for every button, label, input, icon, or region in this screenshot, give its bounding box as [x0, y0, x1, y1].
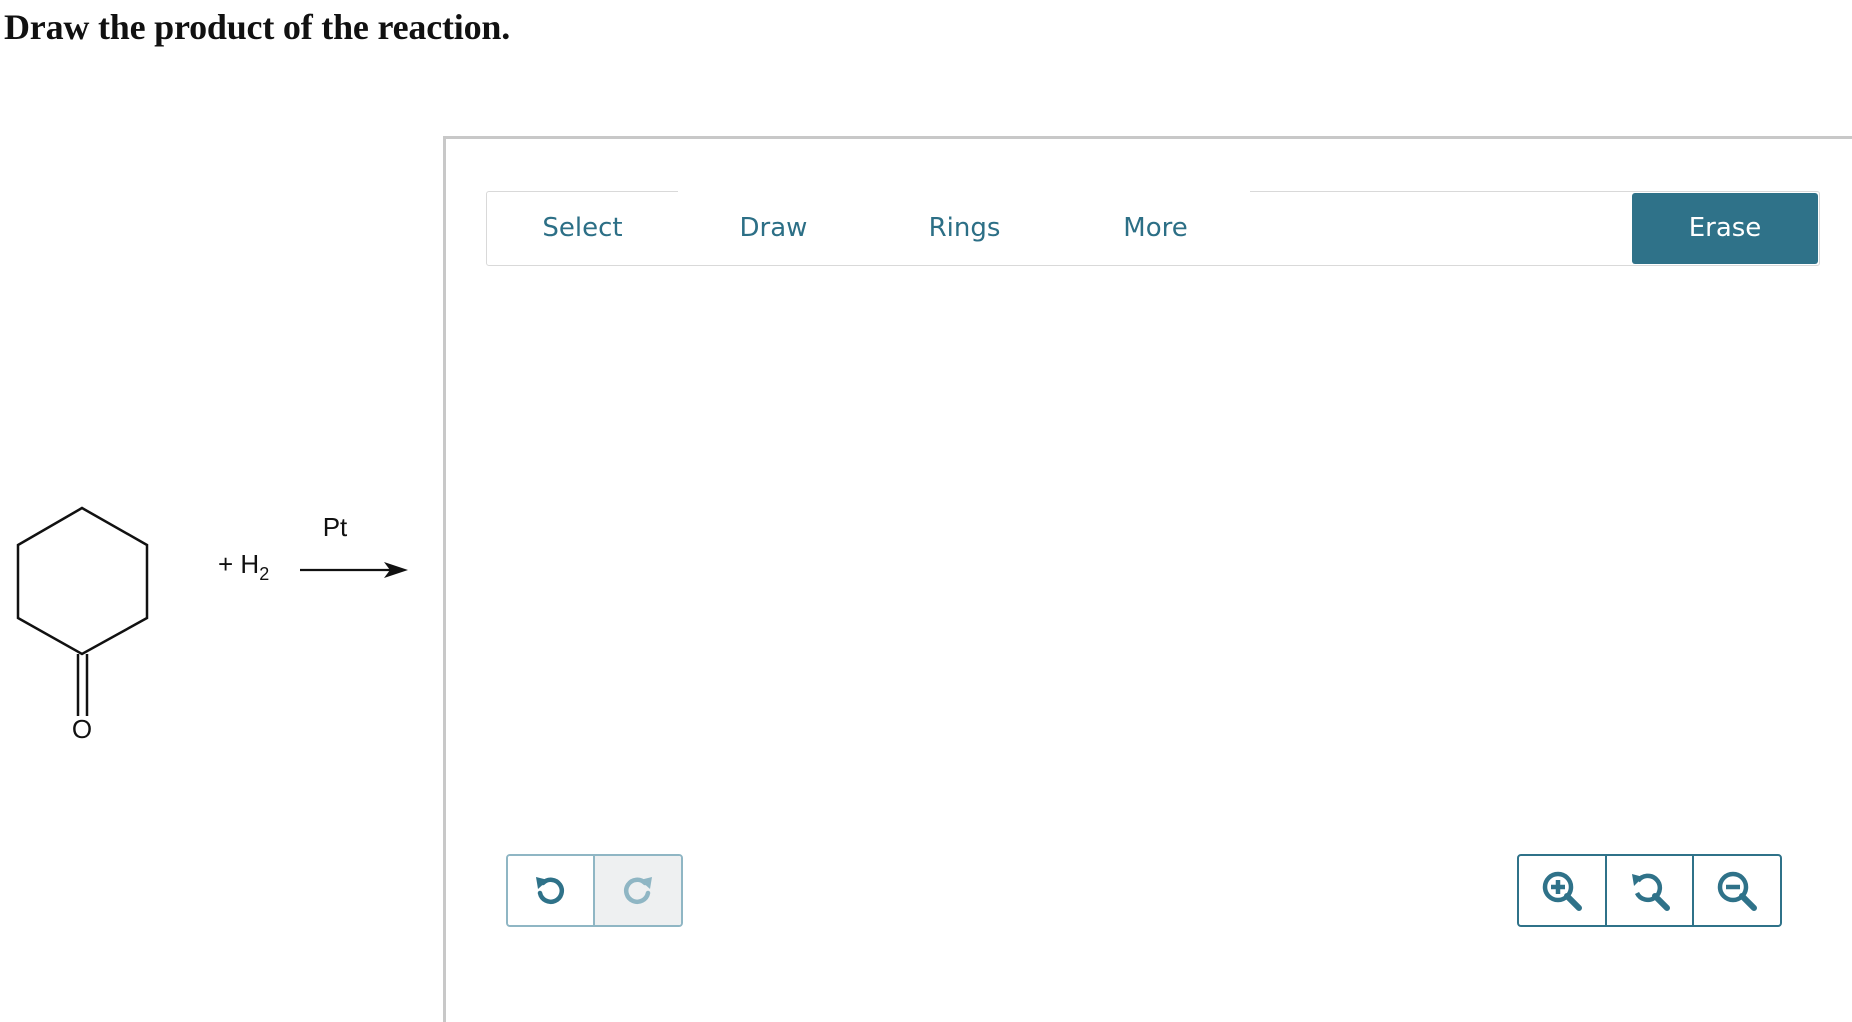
- history-controls: [506, 854, 683, 927]
- reaction-scheme: O + H2 Pt: [0, 490, 430, 750]
- redo-icon: [623, 876, 652, 904]
- redo-button[interactable]: [594, 856, 681, 925]
- zoom-reset-icon: [1631, 873, 1670, 911]
- undo-button[interactable]: [508, 856, 595, 925]
- question-prompt: Draw the product of the reaction.: [4, 7, 510, 47]
- zoom-reset-button[interactable]: [1604, 856, 1693, 925]
- editor-toolbar: Select Draw Rings More Erase: [486, 191, 1820, 266]
- zoom-controls: [1517, 854, 1782, 927]
- reagent-label: + H2: [218, 549, 269, 584]
- oxygen-label: O: [72, 714, 92, 744]
- tab-draw[interactable]: Draw: [678, 192, 869, 265]
- catalyst-label: Pt: [323, 512, 348, 542]
- erase-button[interactable]: Erase: [1632, 193, 1818, 264]
- undo-icon: [536, 876, 565, 904]
- tab-more[interactable]: More: [1060, 192, 1251, 265]
- tab-select[interactable]: Select: [487, 192, 678, 265]
- zoom-in-icon: [1542, 871, 1582, 911]
- reaction-diagram: O + H2 Pt: [16, 506, 408, 744]
- zoom-out-icon: [1717, 871, 1758, 911]
- zoom-in-button[interactable]: [1519, 856, 1605, 925]
- reagent-subscript: 2: [259, 564, 269, 584]
- zoom-out-button[interactable]: [1692, 856, 1780, 925]
- reagent-prefix: + H: [218, 549, 259, 579]
- cyclohexane-ring: [16, 506, 149, 656]
- drawing-editor[interactable]: Select Draw Rings More Erase: [443, 136, 1852, 1022]
- tab-rings[interactable]: Rings: [869, 192, 1060, 265]
